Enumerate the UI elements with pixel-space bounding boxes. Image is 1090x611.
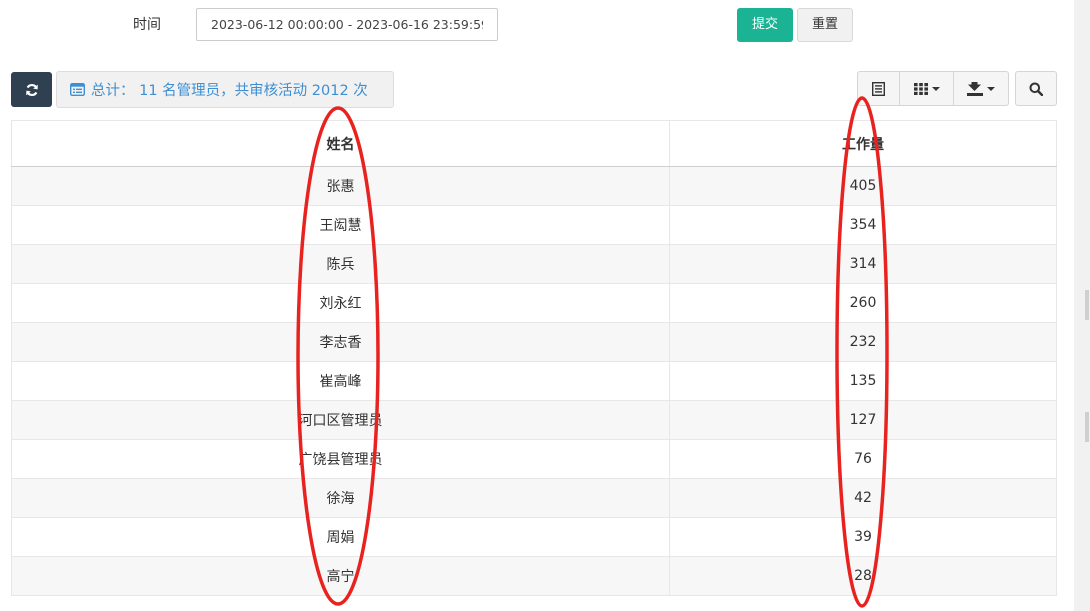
workload-cell: 232: [669, 322, 1057, 362]
table-tools: [857, 71, 1009, 106]
search-button[interactable]: [1015, 71, 1057, 106]
name-cell: 李志香: [11, 322, 670, 362]
workload-cell: 314: [669, 244, 1057, 284]
table-row: 徐海 42: [11, 478, 1057, 518]
workload-cell: 39: [669, 517, 1057, 557]
table-header-row: 姓名 工作量: [11, 120, 1057, 167]
submit-button[interactable]: 提交: [737, 8, 793, 42]
column-header-name[interactable]: 姓名: [11, 120, 670, 167]
name-cell: 周娟: [11, 517, 670, 557]
time-label: 时间: [133, 17, 161, 33]
table-row: 广饶县管理员 76: [11, 439, 1057, 479]
name-cell: 陈兵: [11, 244, 670, 284]
workload-cell: 354: [669, 205, 1057, 245]
workload-table: 姓名 工作量 张惠 405 王闳慧 354 陈兵 314 刘永红 260 李志香 232 …: [11, 120, 1057, 596]
workload-cell: 135: [669, 361, 1057, 401]
edge-mark: [1085, 290, 1089, 320]
edge-mark: [1085, 412, 1089, 442]
workload-cell: 127: [669, 400, 1057, 440]
name-cell: 崔高峰: [11, 361, 670, 401]
summary-badge: 总计： 11 名管理员，共审核活动 2012 次: [56, 71, 394, 108]
toggle-view-icon: [872, 81, 885, 96]
table-row: 李志香 232: [11, 322, 1057, 362]
table-row: 河口区管理员 127: [11, 400, 1057, 440]
table-row: 陈兵 314: [11, 244, 1057, 284]
list-alt-icon: [70, 83, 85, 96]
workload-cell: 28: [669, 556, 1057, 596]
name-cell: 张惠: [11, 166, 670, 206]
export-icon: [967, 81, 983, 96]
name-cell: 河口区管理员: [11, 400, 670, 440]
columns-icon: [913, 82, 928, 95]
column-header-workload[interactable]: 工作量: [669, 120, 1057, 167]
workload-cell: 76: [669, 439, 1057, 479]
workload-cell: 260: [669, 283, 1057, 323]
search-icon: [1029, 82, 1043, 96]
table-row: 崔高峰 135: [11, 361, 1057, 401]
page: 时间 提交 重置 总计： 11 名管理员，共审核活动 2012 次: [0, 0, 1090, 611]
name-cell: 王闳慧: [11, 205, 670, 245]
toggle-view-button[interactable]: [858, 72, 900, 105]
columns-dropdown-button[interactable]: [900, 72, 954, 105]
refresh-button[interactable]: [11, 72, 52, 107]
reset-button[interactable]: 重置: [797, 8, 853, 42]
workload-cell: 42: [669, 478, 1057, 518]
table-row: 周娟 39: [11, 517, 1057, 557]
name-cell: 刘永红: [11, 283, 670, 323]
table-row: 张惠 405: [11, 166, 1057, 206]
name-cell: 高宁: [11, 556, 670, 596]
summary-text: 总计： 11 名管理员，共审核活动 2012 次: [91, 83, 368, 99]
window-edge: [1074, 0, 1090, 611]
table-row: 王闳慧 354: [11, 205, 1057, 245]
table-row: 高宁 28: [11, 556, 1057, 596]
name-cell: 徐海: [11, 478, 670, 518]
chevron-down-icon: [931, 86, 940, 91]
table-row: 刘永红 260: [11, 283, 1057, 323]
workload-cell: 405: [669, 166, 1057, 206]
chevron-down-icon: [987, 86, 995, 91]
refresh-icon: [25, 83, 38, 96]
name-cell: 广饶县管理员: [11, 439, 670, 479]
export-dropdown-button[interactable]: [954, 72, 1008, 105]
date-range-input[interactable]: [196, 8, 498, 41]
